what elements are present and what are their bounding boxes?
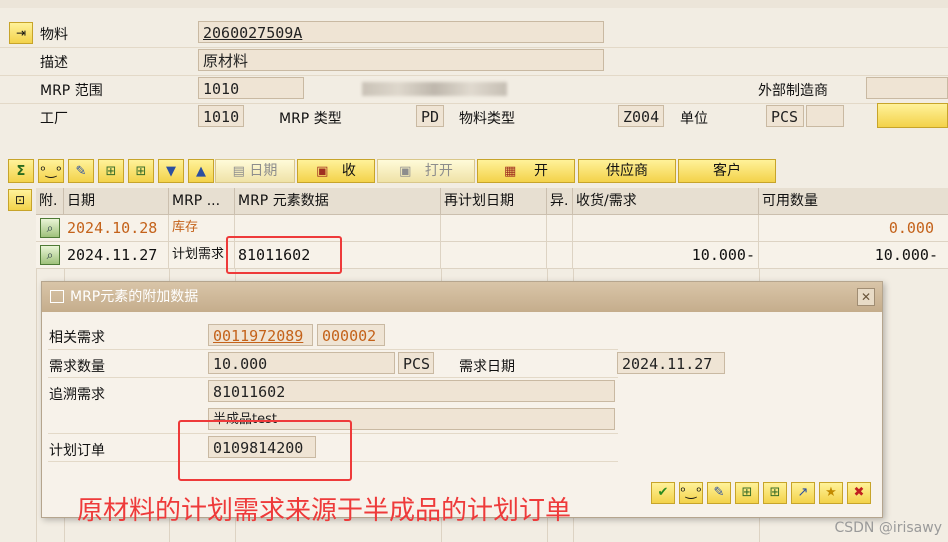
col-exception[interactable]: 异.	[547, 188, 573, 214]
hierarchy-icon[interactable]: ⊞	[735, 482, 759, 504]
req-date-label: 需求日期	[459, 359, 515, 375]
unit-extra-field	[806, 105, 844, 127]
table-row[interactable]: ⌕ 2024.10.28 库存 0.000	[36, 215, 948, 242]
req-qty-unit-field: PCS	[398, 352, 434, 374]
pencil-icon[interactable]: ✎	[68, 159, 94, 183]
cancel-x-icon[interactable]: ✖	[847, 482, 871, 504]
unit-label: 单位	[680, 111, 708, 127]
material-label: 物料	[40, 27, 68, 43]
desc-label: 描述	[40, 55, 68, 71]
hierarchy-add-icon[interactable]: ⊞	[128, 159, 154, 183]
close-icon[interactable]: ✕	[857, 288, 875, 306]
peg-req-field: 81011602	[208, 380, 615, 402]
row-reschedule	[441, 242, 547, 268]
mrp-type-label: MRP 类型	[279, 111, 342, 127]
exit-arrow-icon[interactable]: ↗	[791, 482, 815, 504]
row-exception	[547, 215, 573, 241]
blurred-area-desc	[362, 82, 507, 96]
mrp-area-label: MRP 范围	[40, 83, 103, 99]
external-mfr-field	[866, 77, 948, 99]
filter-up-icon[interactable]: ▲	[188, 159, 214, 183]
sum-icon[interactable]: Σ	[8, 159, 34, 183]
row-available: 10.000-	[874, 246, 938, 264]
plant-field: 1010	[198, 105, 244, 127]
vendor-button[interactable]: 供应商	[578, 159, 676, 183]
row-quantity: 10.000-	[573, 242, 759, 268]
plan-order-label: 计划订单	[49, 443, 105, 459]
material-link-icon[interactable]: ⇥	[9, 22, 33, 44]
top-strip	[0, 0, 948, 8]
col-reschedule[interactable]: 再计划日期	[441, 188, 547, 214]
highlight-box-element	[226, 236, 342, 274]
open-button[interactable]: ▣ 打开	[377, 159, 475, 183]
col-mrp[interactable]: MRP ...	[169, 188, 235, 214]
annotation-text: 原材料的计划需求来源于半成品的计划订单	[77, 496, 572, 526]
dialog-window-icon	[50, 290, 64, 303]
row-available: 0.000	[888, 219, 934, 237]
hierarchy-add-icon[interactable]: ⊞	[763, 482, 787, 504]
confirm-check-icon[interactable]: ✔	[651, 482, 675, 504]
desc-field: 原材料	[198, 49, 604, 71]
mrp-area-field: 1010	[198, 77, 304, 99]
col-date[interactable]: 日期	[64, 188, 169, 214]
col-receipt-req[interactable]: 收货/需求	[573, 188, 759, 214]
dialog-titlebar: MRP元素的附加数据 ✕	[42, 282, 882, 312]
edit-pencil-icon[interactable]: ✎	[707, 482, 731, 504]
dialog-title: MRP元素的附加数据	[70, 289, 199, 305]
material-type-field: Z004	[618, 105, 664, 127]
mrp-type-field: PD	[416, 105, 444, 127]
row-date: 2024.10.28	[64, 215, 169, 241]
req-qty-label: 需求数量	[49, 359, 105, 375]
header-action-button[interactable]	[877, 103, 948, 128]
open-order-button[interactable]: ▦ 开	[477, 159, 575, 183]
star-icon[interactable]: ★	[819, 482, 843, 504]
col-attach[interactable]: 附.	[36, 188, 64, 214]
hierarchy-icon[interactable]: ⊞	[98, 159, 124, 183]
glasses-icon[interactable]: ᵒ‿ᵒ	[38, 159, 64, 183]
highlight-box-plan-order	[178, 420, 352, 481]
peg-req-label: 追溯需求	[49, 387, 105, 403]
material-type-label: 物料类型	[459, 111, 515, 127]
grid-header: 附. 日期 MRP ... MRP 元素数据 再计划日期 异. 收货/需求 可用…	[36, 188, 948, 215]
table-row[interactable]: ⌕ 2024.11.27 计划需求 81011602 10.000- 10.00…	[36, 242, 948, 269]
unit-field: PCS	[766, 105, 804, 127]
row-quantity	[573, 215, 759, 241]
details-lens-icon[interactable]: ⌕	[40, 245, 60, 265]
row-exception	[547, 242, 573, 268]
related-req-field[interactable]: 0011972089	[208, 324, 313, 346]
related-item-field[interactable]: 000002	[317, 324, 385, 346]
watermark: CSDN @irisawy	[834, 520, 942, 536]
plant-label: 工厂	[40, 111, 68, 127]
details-lens-icon[interactable]: ⌕	[40, 218, 60, 238]
external-mfr-label: 外部制造商	[758, 83, 828, 99]
row-reschedule	[441, 215, 547, 241]
material-field: 2060027509A	[198, 21, 604, 43]
filter-down-icon[interactable]: ▼	[158, 159, 184, 183]
row-mrp: 库存	[169, 215, 235, 241]
req-date-field: 2024.11.27	[617, 352, 725, 374]
receive-button[interactable]: ▣ 收	[297, 159, 375, 183]
row-date: 2024.11.27	[64, 242, 169, 268]
col-available[interactable]: 可用数量	[759, 188, 948, 214]
date-button[interactable]: ▤ 日期	[215, 159, 295, 183]
col-element[interactable]: MRP 元素数据	[235, 188, 441, 214]
display-glasses-icon[interactable]: ᵒ‿ᵒ	[679, 482, 703, 504]
customer-button[interactable]: 客户	[678, 159, 776, 183]
grid-settings-icon[interactable]: ⊡	[8, 189, 32, 211]
req-qty-field: 10.000	[208, 352, 395, 374]
related-req-label: 相关需求	[49, 330, 105, 346]
